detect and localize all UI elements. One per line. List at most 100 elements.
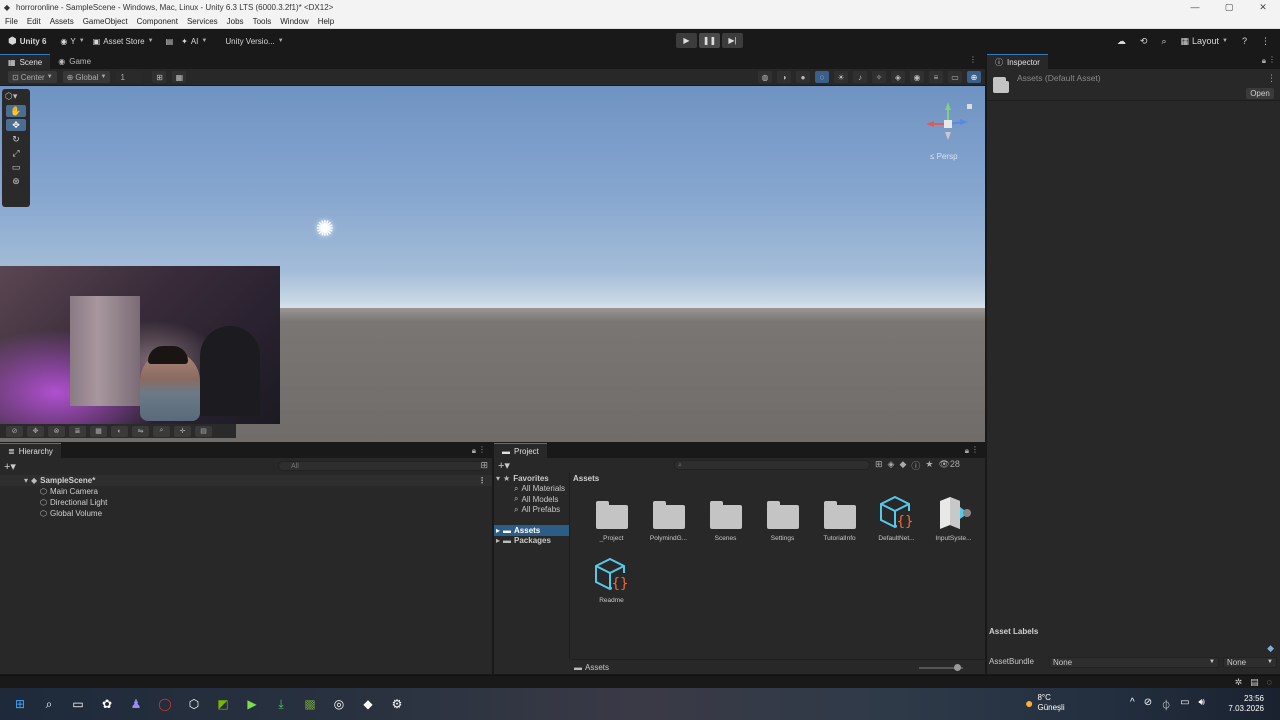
search-type-icon[interactable]: ⊞ [875,459,883,472]
tag-icon[interactable]: ◆ [899,459,906,472]
debug-icon[interactable]: ✲ [1235,677,1243,688]
asset-item[interactable]: PolymindG... [640,495,697,557]
favorite-all-materials[interactable]: ⌕ All Materials [494,484,569,495]
nvidia-icon[interactable]: ◩ [213,694,233,714]
scale-tool-icon[interactable]: ⤢ [6,147,26,159]
overlay-tool-2-icon[interactable]: ✥ [27,425,44,437]
minimize-button[interactable]: — [1178,0,1212,14]
shading-wireframe-icon[interactable]: ◍ [758,71,772,83]
rect-tool-icon[interactable]: ▭ [6,161,26,173]
console-icon[interactable]: ▤ [1250,677,1259,688]
tree-packages[interactable]: ▸ ▬ Packages [494,536,569,547]
favorite-all-models[interactable]: ⌕ All Models [494,494,569,505]
zoom-slider-handle[interactable] [954,664,961,671]
more-icon[interactable]: ⋮ [1267,73,1276,84]
audio-toggle-icon[interactable]: ♪ [853,71,867,83]
asset-bundle-dropdown[interactable]: None ▼ [1049,657,1219,668]
perspective-label[interactable]: ≤ Persp [930,152,958,161]
gizmos-icon[interactable]: ⊕ [967,71,981,83]
more-icon[interactable]: ⋮ [971,445,979,454]
menu-tools[interactable]: Tools [253,17,272,26]
shading-shaded-icon[interactable]: ● [796,71,810,83]
orientation-gizmo[interactable] [920,100,972,156]
weather-widget[interactable]: ● 8°C Güneşli [1025,693,1065,713]
overlay-tool-5-icon[interactable]: ▦ [90,425,107,437]
directional-light-icon[interactable]: ✺ [313,217,337,241]
global-local-dropdown[interactable]: ⊕ Global ▼ [62,71,111,83]
shading-unlit-icon[interactable]: ◌ [815,71,829,83]
info-icon[interactable]: ⓘ [911,459,920,472]
pause-button[interactable]: ❚❚ [699,33,720,48]
filter-icon[interactable]: ⊞ [480,460,488,471]
asset-store-dropdown[interactable]: ▣ Asset Store ▼ [93,37,154,46]
overlay-tool-3-icon[interactable]: ⊗ [48,425,65,437]
asset-variant-dropdown[interactable]: None ▼ [1223,657,1277,668]
chatgpt-icon[interactable]: ✿ [97,694,117,714]
tree-assets[interactable]: ▸ ▬ Assets [494,525,569,536]
overlay-tool-1-icon[interactable]: ⊘ [6,425,23,437]
overlay-tool-9-icon[interactable]: ✛ [174,425,191,437]
grid-snap-icon[interactable]: ⊞ [152,71,167,83]
ai-dropdown[interactable]: ✦ AI ▼ [181,37,207,46]
task-view-icon[interactable]: ▭ [68,694,88,714]
tab-game[interactable]: ◉ Game [50,54,99,69]
grid-size-field[interactable]: 1 [116,71,143,83]
lock-icon[interactable]: 🔒︎ [965,446,969,456]
tab-inspector[interactable]: ⓘ Inspector [987,54,1048,69]
asset-item[interactable]: _Project [583,495,640,557]
grid-visibility-icon[interactable]: ▦ [172,71,187,83]
menu-services[interactable]: Services [187,17,218,26]
menu-component[interactable]: Component [137,17,178,26]
hierarchy-item-main-camera[interactable]: ⬡ Main Camera [0,486,492,497]
hidden-count-badge[interactable]: 👁︎28 [938,459,959,472]
teams-icon[interactable]: ♟ [126,694,146,714]
history-icon[interactable]: ⟲ [1140,36,1148,47]
more-icon[interactable]: ⋮ [969,55,977,64]
star-icon[interactable]: ★ [925,459,933,472]
maximize-button[interactable]: ▢ [1212,0,1246,14]
open-button[interactable]: Open [1246,88,1274,99]
close-button[interactable]: ✕ [1246,0,1280,14]
search-icon[interactable]: ⌕ [1161,36,1166,47]
rotate-tool-icon[interactable]: ↻ [6,133,26,145]
unity-hub-icon[interactable]: ⬡ [184,694,204,714]
volume-icon[interactable]: 🔊︎ [1199,697,1205,712]
more-icon[interactable]: ⋮ [478,476,486,485]
overlay-tool-10-icon[interactable]: ▤ [195,425,212,437]
menu-help[interactable]: Help [318,17,334,26]
favorite-all-prefabs[interactable]: ⌕ All Prefabs [494,505,569,516]
account-dropdown[interactable]: ◉ Y ▼ [60,37,84,46]
menu-window[interactable]: Window [280,17,308,26]
menu-jobs[interactable]: Jobs [227,17,244,26]
hand-tool-icon[interactable]: ✋ [6,105,26,117]
menu-edit[interactable]: Edit [27,17,41,26]
help-icon[interactable]: ? [1242,36,1247,46]
search-icon[interactable]: ⌕ [39,694,59,714]
unity-editor-icon[interactable]: ◆ [358,694,378,714]
create-button[interactable]: +▾ [498,459,510,472]
step-button[interactable]: ▶| [722,33,743,48]
move-tool-icon[interactable]: ✥ [6,119,26,131]
asset-item[interactable]: TutorialInfo [811,495,868,557]
scene-viewport[interactable]: ✺ ⬡▾ ✋ ✥ ↻ ⤢ ▭ ⊛ ≤ Persp ⊘ ✥ ⊗ ≣ ▦ ◐ ⇋ ⌕… [0,86,985,442]
scene-row[interactable]: ▾ ◆ SampleScene* ⋮ [0,475,492,486]
add-button[interactable]: +▾ [4,460,16,473]
version-control-dropdown[interactable]: Unity Versio... ▼ [225,37,283,46]
favorites-header[interactable]: ▾ ★ Favorites [494,473,569,484]
overlay-tool-8-icon[interactable]: ⌕ [153,425,170,437]
terminal-icon[interactable]: ▶ [242,694,262,714]
tab-hierarchy[interactable]: ≣ Hierarchy [0,443,61,458]
chevron-up-icon[interactable]: ^ [1130,697,1135,712]
camera-settings-icon[interactable]: ▭ [948,71,962,83]
lock-icon[interactable]: 🔒︎ [472,446,476,456]
layout-dropdown[interactable]: ▦ Layout ▼ [1180,36,1228,47]
more-icon[interactable]: ⋮ [1261,36,1270,47]
asset-item[interactable]: {} Readme [583,557,640,619]
shading-shaded-wire-icon[interactable]: ◑ [777,71,791,83]
breadcrumb[interactable]: Assets [573,474,599,483]
hierarchy-item-directional-light[interactable]: ⬡ Directional Light [0,497,492,508]
opera-icon[interactable]: ◯ [155,694,175,714]
transform-tool-icon[interactable]: ⊛ [6,175,26,187]
microphone-icon[interactable]: ⏀ [1161,697,1171,712]
minecraft-icon[interactable]: ▩ [300,694,320,714]
